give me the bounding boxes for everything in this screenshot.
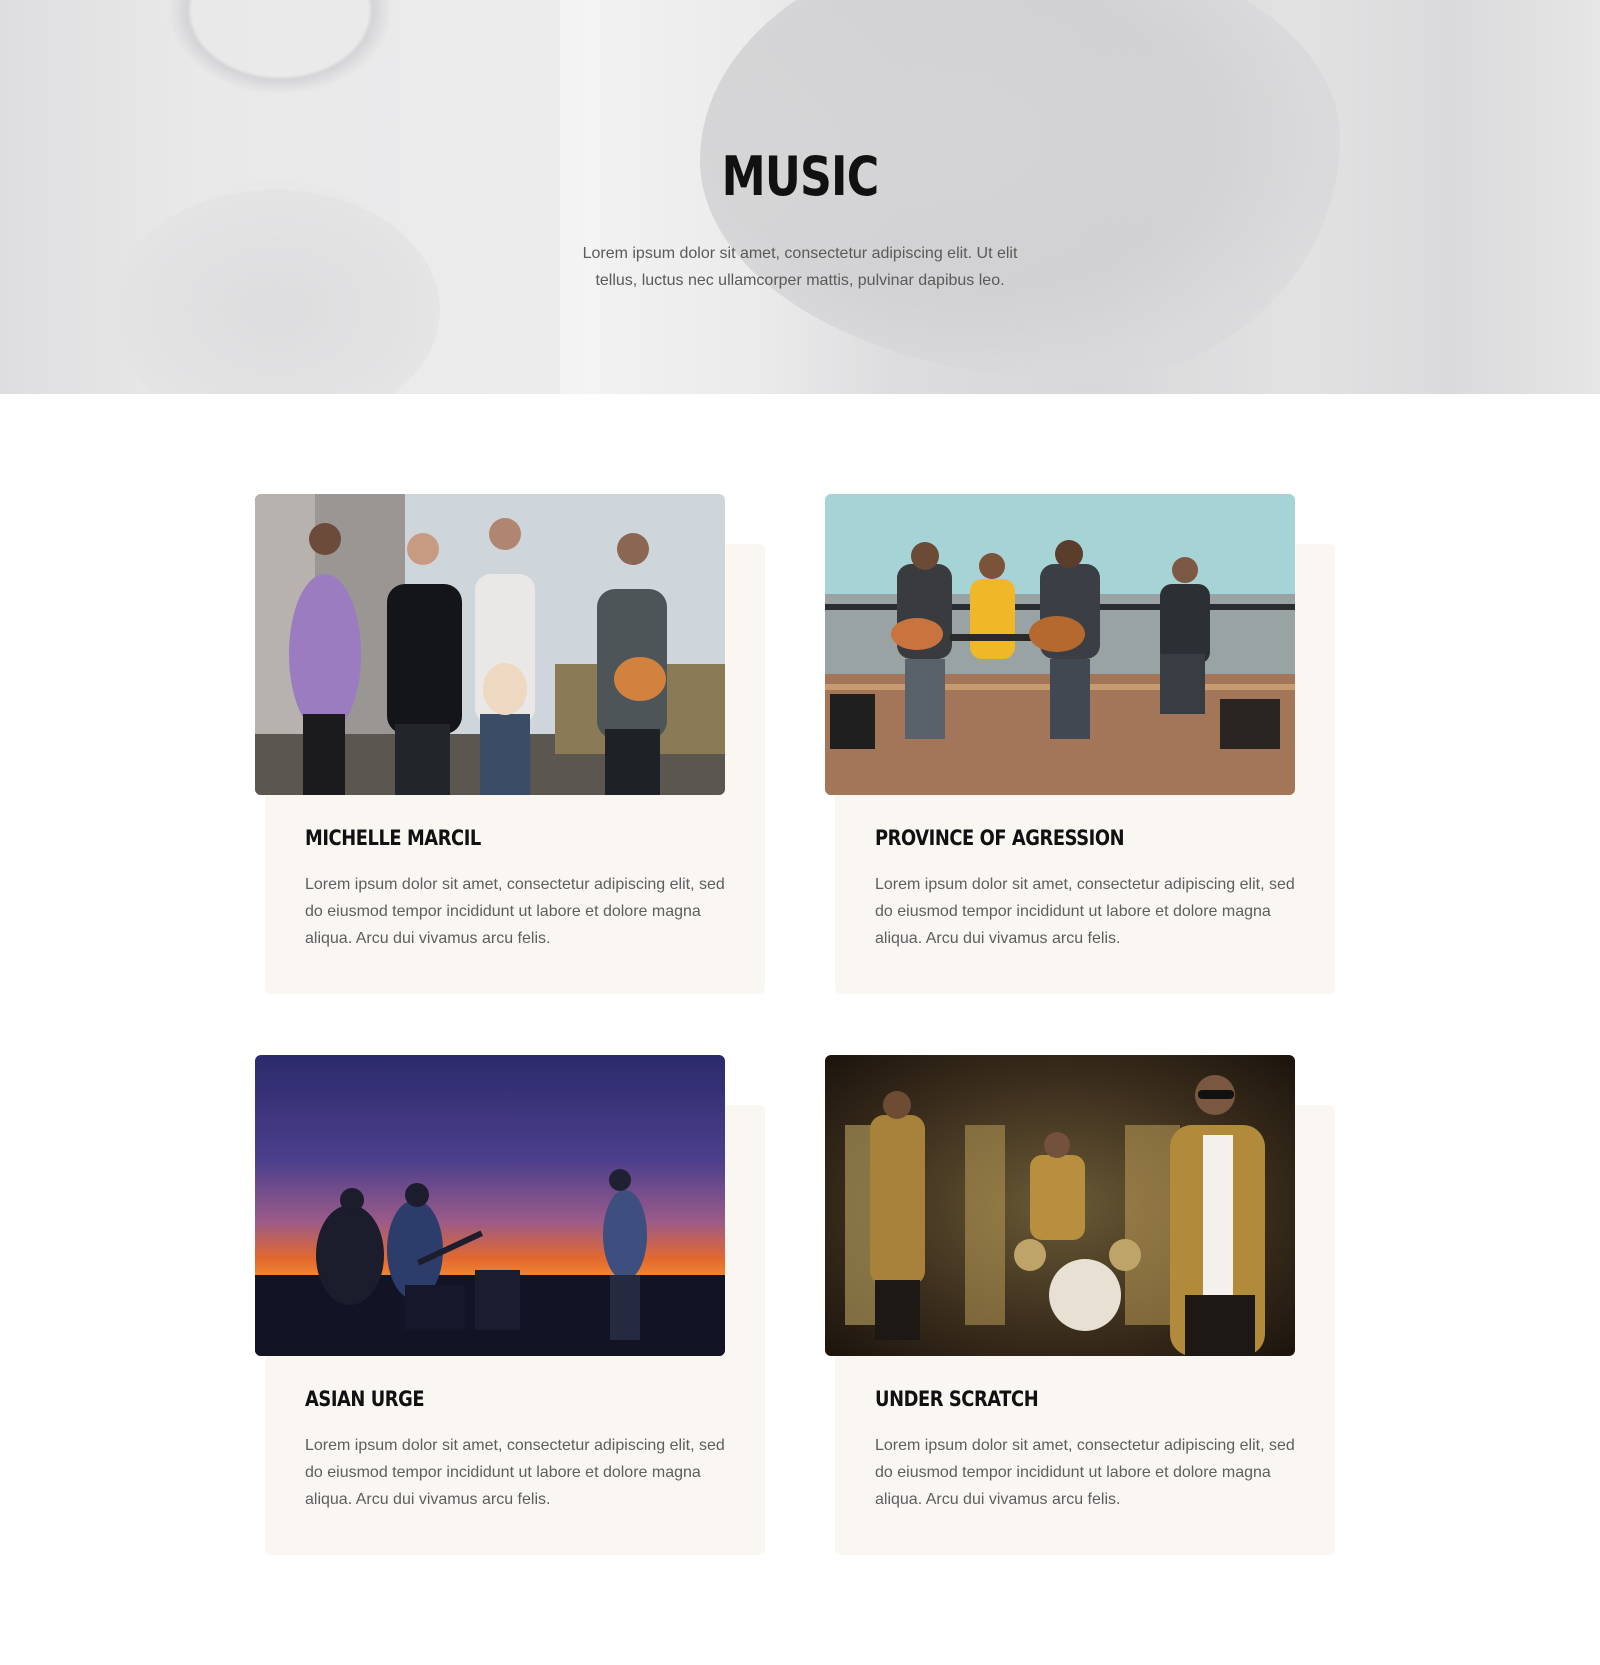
band-card: Michelle Marcil Lorem ipsum dolor sit am… bbox=[255, 494, 785, 994]
band-name: Province of Agression bbox=[875, 826, 1125, 850]
band-photo[interactable] bbox=[255, 1055, 725, 1356]
band-name: Asian Urge bbox=[305, 1387, 425, 1411]
band-name: Michelle Marcil bbox=[305, 826, 481, 850]
band-card: Under Scratch Lorem ipsum dolor sit amet… bbox=[825, 1055, 1355, 1555]
band-description: Lorem ipsum dolor sit amet, consectetur … bbox=[305, 1437, 725, 1508]
band-description: Lorem ipsum dolor sit amet, consectetur … bbox=[305, 876, 725, 947]
band-card: Asian Urge Lorem ipsum dolor sit amet, c… bbox=[255, 1055, 785, 1555]
hero-description: Lorem ipsum dolor sit amet, consectetur … bbox=[582, 245, 1018, 289]
band-photo[interactable] bbox=[825, 1055, 1295, 1356]
band-photo[interactable] bbox=[825, 494, 1295, 795]
band-photo[interactable] bbox=[255, 494, 725, 795]
hero-section: MUSIC Lorem ipsum dolor sit amet, consec… bbox=[0, 0, 1600, 394]
page-title: MUSIC bbox=[721, 145, 880, 208]
band-description: Lorem ipsum dolor sit amet, consectetur … bbox=[875, 876, 1295, 947]
band-description: Lorem ipsum dolor sit amet, consectetur … bbox=[875, 1437, 1295, 1508]
band-name: Under Scratch bbox=[875, 1387, 1039, 1411]
band-card: Province of Agression Lorem ipsum dolor … bbox=[825, 494, 1355, 994]
